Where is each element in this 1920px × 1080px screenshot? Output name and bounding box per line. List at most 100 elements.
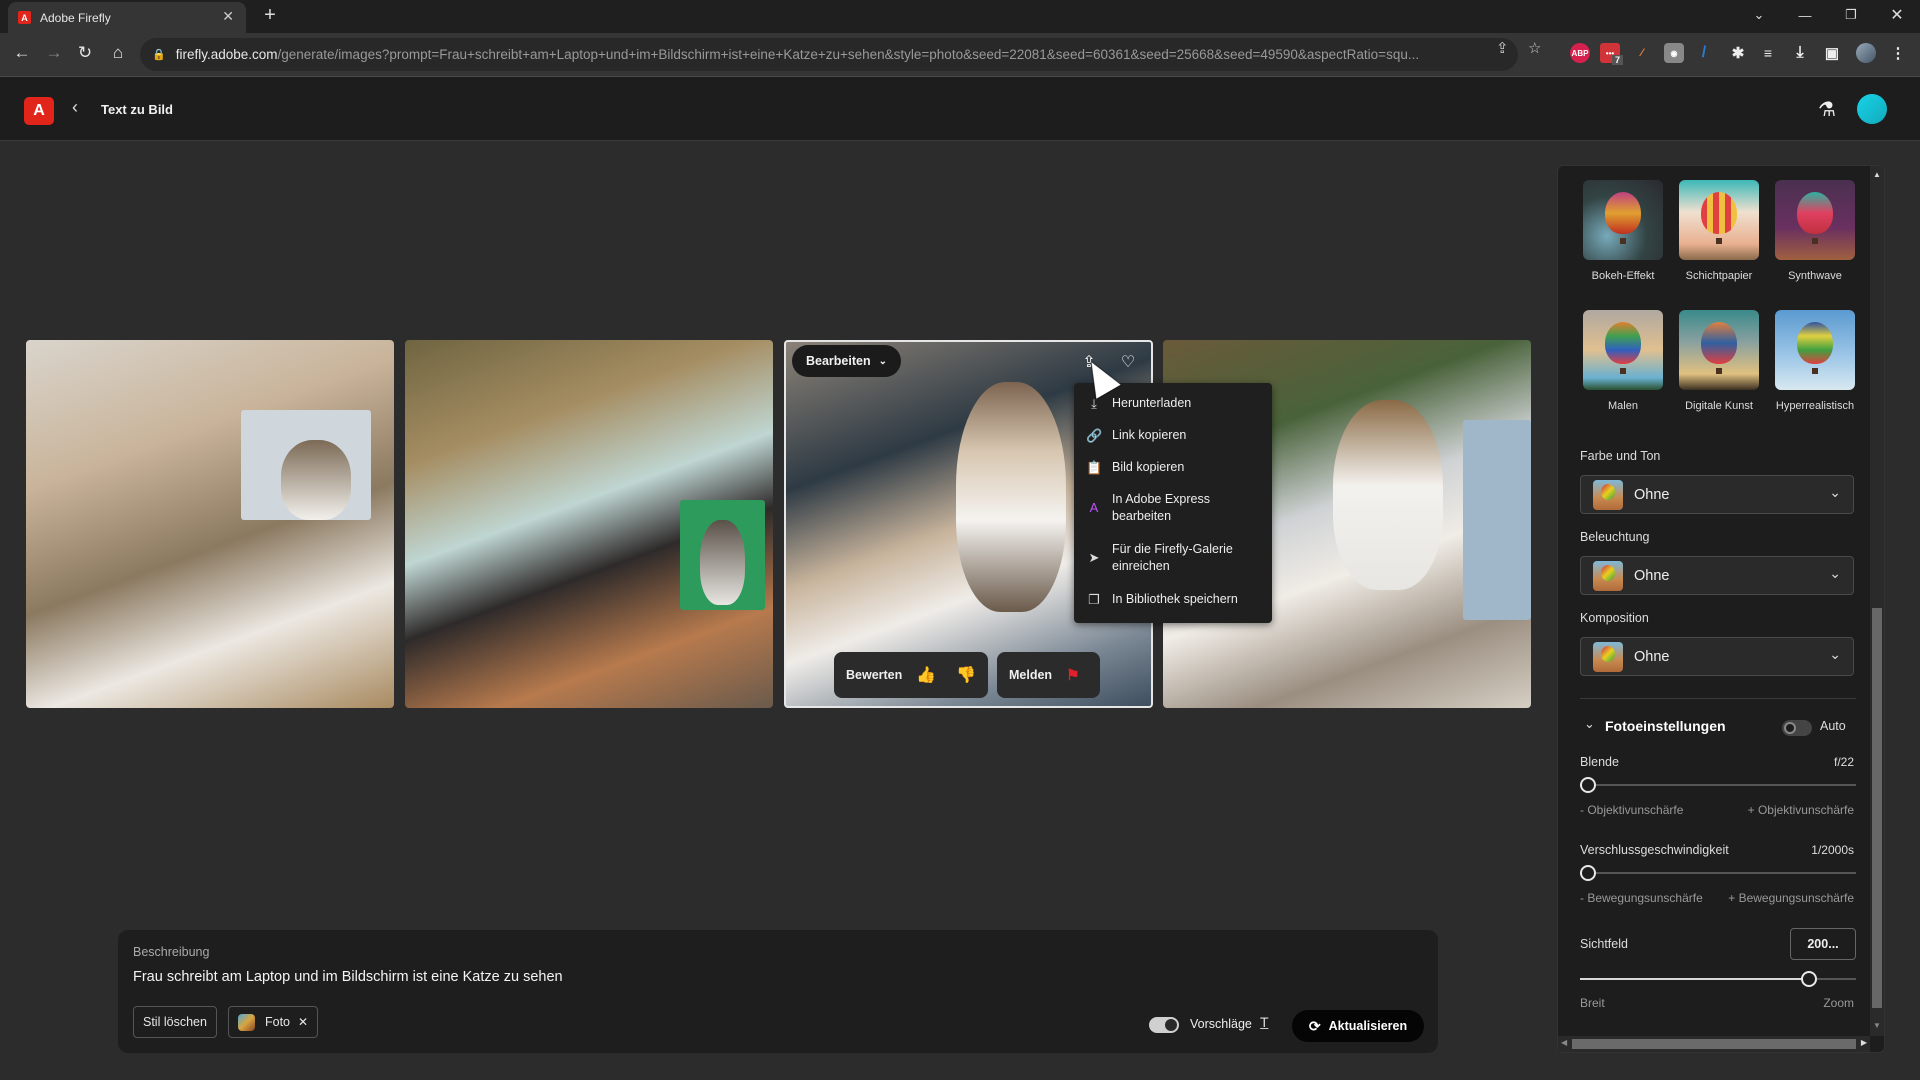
label-line-2: bearbeiten [1112, 509, 1172, 523]
composition-dropdown[interactable]: Ohne ⌄ [1580, 637, 1854, 676]
style-bokeh[interactable]: Bokeh-Effekt [1582, 180, 1664, 282]
aperture-slider[interactable] [1580, 777, 1856, 793]
favorite-heart-icon[interactable]: ♡ [1116, 350, 1140, 374]
send-icon: ➤ [1088, 550, 1100, 565]
scroll-left-arrow-icon[interactable]: ◀ [1561, 1038, 1567, 1047]
rate-bar: Bewerten 👍 👎 [834, 652, 988, 698]
profile-avatar[interactable] [1856, 43, 1876, 63]
shutter-slider[interactable] [1580, 865, 1856, 881]
restore-button[interactable]: ❐ [1828, 0, 1874, 30]
share-page-icon[interactable]: ⇪ [1496, 39, 1509, 57]
address-bar[interactable]: 🔒 firefly.adobe.com /generate/images?pro… [140, 38, 1518, 71]
fov-min-hint: Breit [1580, 996, 1605, 1010]
fov-value-input[interactable]: 200... [1790, 928, 1856, 960]
aperture-value: f/22 [1833, 755, 1854, 769]
url-host: firefly.adobe.com [175, 47, 278, 62]
generated-image-1[interactable] [26, 340, 394, 708]
style-paint[interactable]: Malen [1582, 310, 1664, 412]
scrollbar-thumb[interactable] [1872, 608, 1882, 1008]
scroll-down-arrow-icon[interactable]: ▼ [1873, 1021, 1881, 1030]
panel-horizontal-scrollbar[interactable]: ◀ ▶ [1558, 1036, 1870, 1052]
slider-handle[interactable] [1580, 865, 1596, 881]
suggestions-label: Vorschläge [1190, 1017, 1252, 1031]
beta-flask-icon[interactable]: ⚗ [1818, 97, 1836, 122]
menu-item-copy-link[interactable]: 🔗 Link kopieren [1074, 421, 1272, 453]
scroll-right-arrow-icon[interactable]: ▶ [1861, 1038, 1867, 1047]
download-icon: ⤓ [1091, 396, 1097, 411]
cat-figure [956, 382, 1066, 612]
style-hyperrealistic[interactable]: Hyperrealistisch [1774, 310, 1856, 412]
adobe-logo-icon[interactable]: A [24, 97, 54, 125]
media-control-icon[interactable]: ≡ [1758, 43, 1778, 63]
menu-item-adobe-express[interactable]: A In Adobe Express bearbeiten [1074, 485, 1272, 535]
basket-shape [1812, 238, 1818, 244]
minimize-button[interactable]: — [1782, 0, 1828, 30]
scrollbar-thumb[interactable] [1572, 1039, 1856, 1049]
color-picker-extension-icon[interactable]: ⁄ [1632, 43, 1652, 63]
chevron-down-icon: ⌄ [1829, 565, 1841, 581]
slider-handle[interactable] [1801, 971, 1817, 987]
user-avatar[interactable] [1857, 94, 1887, 124]
new-tab-button[interactable]: + [258, 4, 282, 27]
menu-item-save-library[interactable]: ❐ In Bibliothek speichern [1074, 585, 1272, 617]
extensions-puzzle-icon[interactable]: ✱ [1728, 43, 1748, 63]
panel-vertical-scrollbar[interactable]: ▲ ▼ [1870, 166, 1884, 1036]
abp-label: ABP [1571, 48, 1589, 58]
edit-label: Bearbeiten [806, 354, 871, 368]
menu-item-copy-image[interactable]: 📋 Bild kopieren [1074, 453, 1272, 485]
reload-icon[interactable]: ↻ [73, 43, 97, 63]
style-synthwave[interactable]: Synthwave [1774, 180, 1856, 282]
divider [1580, 698, 1856, 699]
report-button[interactable]: Melden ⚑ [997, 652, 1100, 698]
back-chevron-icon[interactable]: ‹ [72, 97, 78, 118]
collapse-chevron-icon[interactable]: ⌄ [1584, 716, 1595, 732]
style-name: Synthwave [1788, 270, 1842, 282]
thumbs-up-icon[interactable]: 👍 [916, 665, 936, 685]
generated-image-2[interactable] [405, 340, 773, 708]
bookmark-star-icon[interactable]: ☆ [1528, 39, 1541, 57]
shutter-label: Verschlussgeschwindigkeit [1580, 843, 1729, 857]
forward-arrow-icon[interactable]: → [42, 43, 66, 63]
thumbs-down-icon[interactable]: 👎 [956, 665, 976, 685]
tab-search-icon[interactable]: ⌄ [1736, 0, 1782, 30]
style-name: Digitale Kunst [1685, 400, 1753, 412]
downloads-icon[interactable]: ⤓ [1790, 43, 1810, 63]
close-window-button[interactable]: ✕ [1874, 0, 1920, 30]
color-tone-dropdown[interactable]: Ohne ⌄ [1580, 475, 1854, 514]
clipboard-icon: 📋 [1086, 460, 1103, 475]
suggestions-toggle[interactable] [1149, 1017, 1179, 1033]
laptop-screen [1463, 420, 1531, 620]
chevron-down-icon: ⌄ [1829, 484, 1841, 500]
prompt-input[interactable]: Frau schreibt am Laptop und im Bildschir… [133, 969, 563, 985]
camera-extension-icon[interactable]: ◉ [1664, 43, 1684, 63]
adblock-plus-icon[interactable]: ABP [1570, 43, 1590, 63]
scroll-up-arrow-icon[interactable]: ▲ [1873, 170, 1881, 179]
auto-toggle[interactable] [1782, 720, 1812, 736]
remove-chip-icon[interactable]: ✕ [298, 1015, 308, 1029]
toggle-knob [1165, 1019, 1177, 1031]
balloon-shape [1605, 322, 1641, 364]
text-suggestions-icon[interactable]: T̲ [1260, 1014, 1269, 1030]
fov-slider[interactable] [1580, 971, 1856, 987]
style-layered-paper[interactable]: Schichtpapier [1678, 180, 1760, 282]
side-panel-icon[interactable]: ▣ [1822, 43, 1842, 63]
clear-style-button[interactable]: Stil löschen [133, 1006, 217, 1038]
home-icon[interactable]: ⌂ [106, 43, 130, 63]
style-digital-art[interactable]: Digitale Kunst [1678, 310, 1760, 412]
browser-tab[interactable]: A Adobe Firefly ✕ [8, 2, 246, 33]
menu-item-submit-gallery[interactable]: ➤ Für die Firefly-Galerie einreichen [1074, 535, 1272, 585]
app-header: A ‹ Text zu Bild ⚗ [0, 77, 1920, 141]
feather-extension-icon[interactable]: / [1694, 43, 1714, 63]
slider-handle[interactable] [1580, 777, 1596, 793]
close-tab-icon[interactable]: ✕ [222, 8, 234, 25]
rate-label: Bewerten [846, 668, 903, 682]
lighting-dropdown[interactable]: Ohne ⌄ [1580, 556, 1854, 595]
back-arrow-icon[interactable]: ← [10, 43, 34, 63]
basket-shape [1620, 238, 1626, 244]
label-line-1: Für die Firefly-Galerie [1112, 542, 1233, 556]
flag-icon: ⚑ [1066, 667, 1080, 684]
refresh-button[interactable]: ⟳ Aktualisieren [1292, 1010, 1424, 1042]
edit-dropdown-button[interactable]: Bearbeiten ⌄ [792, 345, 901, 377]
browser-menu-icon[interactable]: ⋮ [1888, 43, 1908, 63]
style-chip-photo[interactable]: Foto ✕ [228, 1006, 319, 1038]
